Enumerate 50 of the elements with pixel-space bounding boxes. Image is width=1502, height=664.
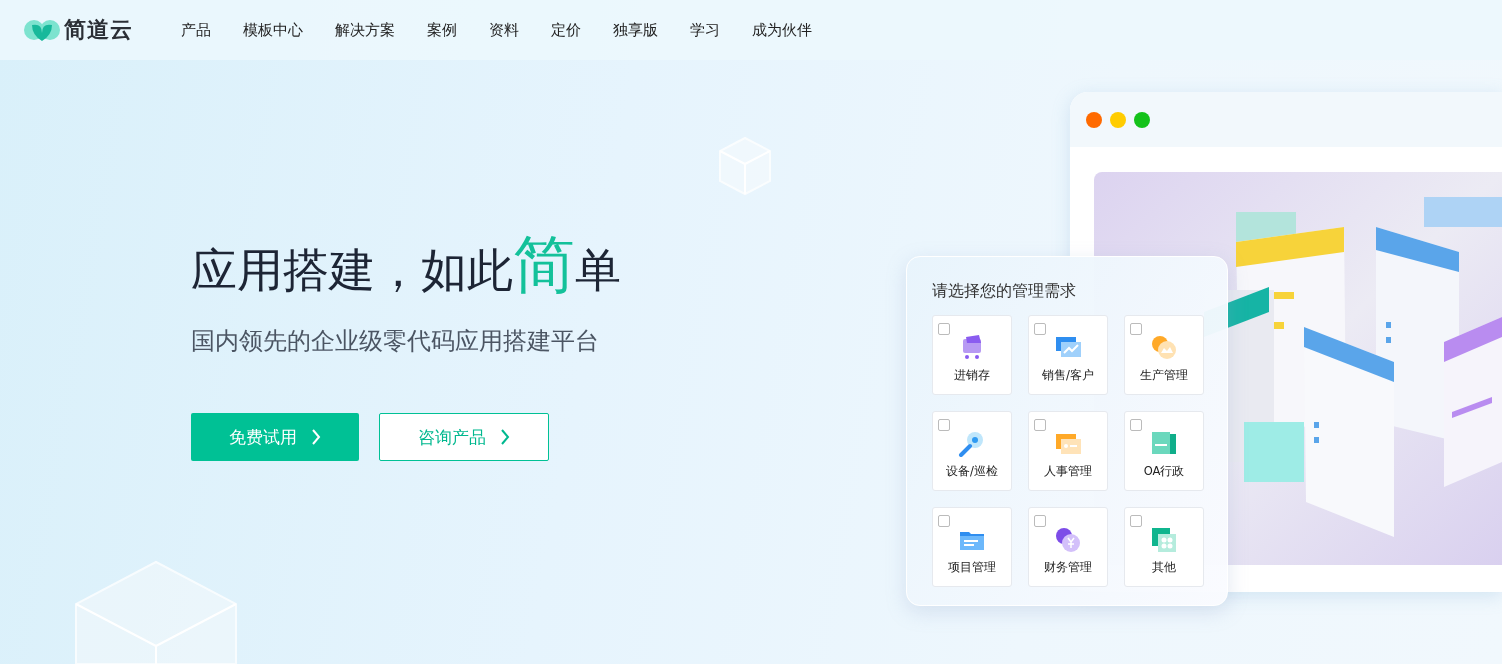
subtitle: 国内领先的企业级零代码应用搭建平台 [191,326,600,357]
option-tile[interactable]: 人事管理 [1028,411,1108,491]
checkbox[interactable] [1130,515,1142,527]
headline: 应用搭建，如此简单 [191,230,621,303]
checkbox[interactable] [938,515,950,527]
option-label: 其他 [1152,560,1176,575]
option-label: OA行政 [1143,464,1185,479]
nav-link[interactable]: 模板中心 [243,20,303,40]
checkbox[interactable] [938,419,950,431]
checkbox[interactable] [1034,419,1046,431]
option-tile[interactable]: 进销存 [932,315,1012,395]
checkbox[interactable] [1034,515,1046,527]
chevron-right-icon [311,428,321,446]
logo-icon [24,17,60,43]
option-label: 财务管理 [1044,560,1092,575]
nav-link[interactable]: 产品 [181,20,211,40]
nav-link[interactable]: 独享版 [613,20,658,40]
logo-text[interactable]: 简道云 [64,15,133,45]
nav-link[interactable]: 学习 [690,20,720,40]
nav-link[interactable]: 解决方案 [335,20,395,40]
option-label: 项目管理 [948,560,996,575]
nav-link[interactable]: 定价 [551,20,581,40]
glass-panel-drawing [1244,422,1304,482]
nav-link[interactable]: 成为伙伴 [752,20,812,40]
option-label: 进销存 [954,368,990,383]
option-tile[interactable]: 销售/客户 [1028,315,1108,395]
chevron-right-icon [500,428,510,446]
option-label: 销售/客户 [1042,368,1094,383]
checkbox[interactable] [1130,323,1142,335]
option-label: 人事管理 [1044,464,1092,479]
option-label: 设备/巡检 [946,464,998,479]
checkbox[interactable] [938,323,950,335]
checkbox[interactable] [1130,419,1142,431]
option-tile[interactable]: 设备/巡检 [932,411,1012,491]
card-title: 请选择您的管理需求 [932,281,1077,302]
category-icon [1053,525,1083,553]
category-icon [1149,429,1179,457]
nav-link[interactable]: 资料 [489,20,519,40]
checkbox[interactable] [1034,323,1046,335]
category-icon [1149,333,1179,361]
option-tile[interactable]: 项目管理 [932,507,1012,587]
option-tile[interactable]: OA行政 [1124,411,1204,491]
option-tile[interactable]: 财务管理 [1028,507,1108,587]
option-tile[interactable]: 其他 [1124,507,1204,587]
window-controls-icon [1085,110,1151,129]
option-tile[interactable]: 生产管理 [1124,315,1204,395]
category-icon [1149,525,1179,553]
cube-drawing [718,136,772,196]
nav-link[interactable]: 案例 [427,20,457,40]
option-label: 生产管理 [1140,368,1188,383]
